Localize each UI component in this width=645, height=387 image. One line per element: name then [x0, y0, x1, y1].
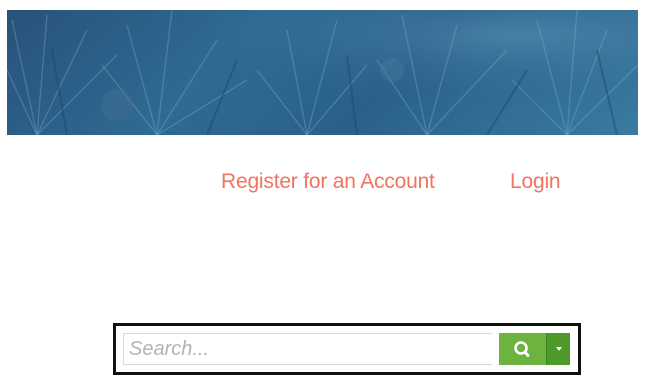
search-options-dropdown[interactable]	[546, 333, 570, 365]
search-icon	[514, 341, 530, 357]
caret-down-icon	[556, 347, 562, 351]
header-banner	[7, 10, 638, 135]
account-nav: Register for an Account Login	[0, 170, 645, 198]
register-link[interactable]: Register for an Account	[221, 170, 435, 194]
login-link[interactable]: Login	[510, 170, 561, 194]
palm-fronds-banner-image	[7, 10, 638, 135]
search-bar	[113, 323, 581, 375]
search-input[interactable]	[123, 333, 492, 365]
search-button[interactable]	[499, 333, 546, 365]
